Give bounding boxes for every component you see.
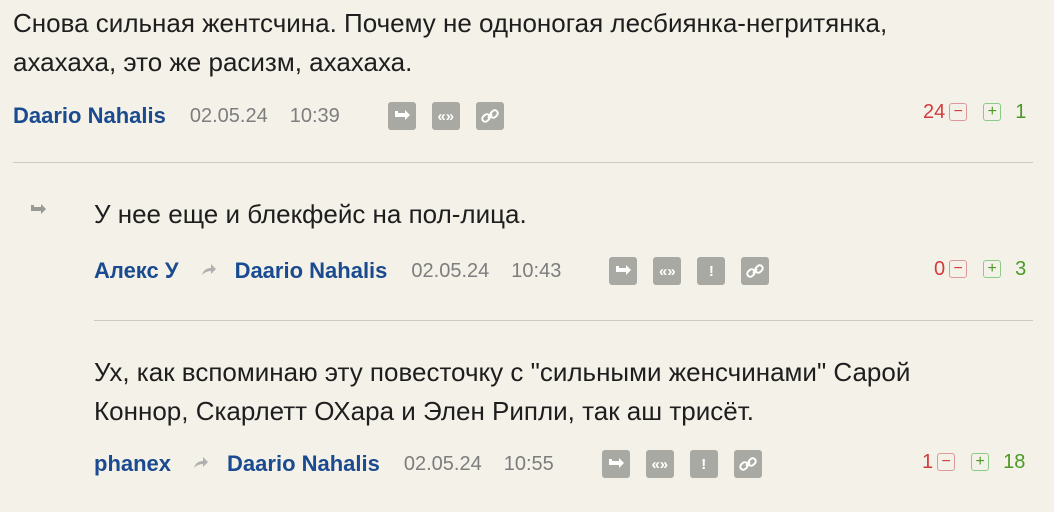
thread-reply-icon <box>29 200 47 223</box>
quote-icon[interactable]: «» <box>645 450 674 478</box>
upvote-button[interactable]: + <box>983 103 1002 121</box>
divider <box>94 320 1033 321</box>
comment-3-downvotes: 1 <box>922 450 934 473</box>
reply-to-icon <box>201 261 217 282</box>
link-icon[interactable] <box>741 257 770 285</box>
downvote-button[interactable]: − <box>949 103 968 121</box>
upvote-button[interactable]: + <box>983 260 1002 278</box>
comment-3-time: 10:55 <box>503 452 554 475</box>
comment-3-reply-to[interactable]: Daario Nahalis <box>227 451 380 477</box>
comment-1-upvotes: 1 <box>1015 100 1027 123</box>
downvote-button[interactable]: − <box>949 260 968 278</box>
comment-3-text: Ух, как вспоминаю эту повесточку с "силь… <box>94 357 911 426</box>
comment-2-upvotes: 3 <box>1015 257 1027 280</box>
downvote-button[interactable]: − <box>937 453 956 471</box>
divider <box>13 162 1033 163</box>
comment-2-time: 10:43 <box>511 259 562 282</box>
comment-1-author[interactable]: Daario Nahalis <box>13 103 166 129</box>
comment-1-votes: 24 − + 1 <box>923 97 1026 127</box>
comment-3-date: 02.05.24 <box>403 452 482 475</box>
quote-icon[interactable]: «» <box>431 102 460 130</box>
comment-2-votes: 0 − + 3 <box>934 254 1026 284</box>
upvote-button[interactable]: + <box>971 453 990 471</box>
report-icon[interactable]: ! <box>689 450 718 478</box>
reply-icon[interactable] <box>387 102 416 130</box>
quote-icon[interactable]: «» <box>653 257 682 285</box>
reply-icon[interactable] <box>609 257 638 285</box>
report-icon[interactable]: ! <box>697 257 726 285</box>
comment-1-downvotes: 24 <box>923 100 946 123</box>
comment-2-date: 02.05.24 <box>411 259 490 282</box>
comment-2-reply-to[interactable]: Daario Nahalis <box>235 258 388 284</box>
comment-3-votes: 1 − + 18 <box>922 447 1025 477</box>
reply-icon[interactable] <box>601 450 630 478</box>
comment-2-meta: Алекс У Daario Nahalis 02.05.24 10:43 «»… <box>94 256 794 286</box>
comment-2-text: У нее еще и блекфейс на пол-лица. <box>94 199 527 229</box>
comment-1-date: 02.05.24 <box>189 104 268 127</box>
comment-3-author[interactable]: phanex <box>94 451 171 477</box>
comment-3-meta: phanex Daario Nahalis 02.05.24 10:55 «» … <box>94 449 794 479</box>
link-icon[interactable] <box>475 102 504 130</box>
comment-3-upvotes: 18 <box>1003 450 1026 473</box>
comment-1-meta: Daario Nahalis 02.05.24 10:39 «» <box>13 101 513 131</box>
link-icon[interactable] <box>733 450 762 478</box>
comment-2-author[interactable]: Алекс У <box>94 258 179 284</box>
comment-1-time: 10:39 <box>289 104 340 127</box>
comment-2-downvotes: 0 <box>934 257 946 280</box>
reply-to-icon <box>193 454 209 475</box>
comment-1-text: Снова сильная жентсчина. Почему не однон… <box>13 8 888 77</box>
